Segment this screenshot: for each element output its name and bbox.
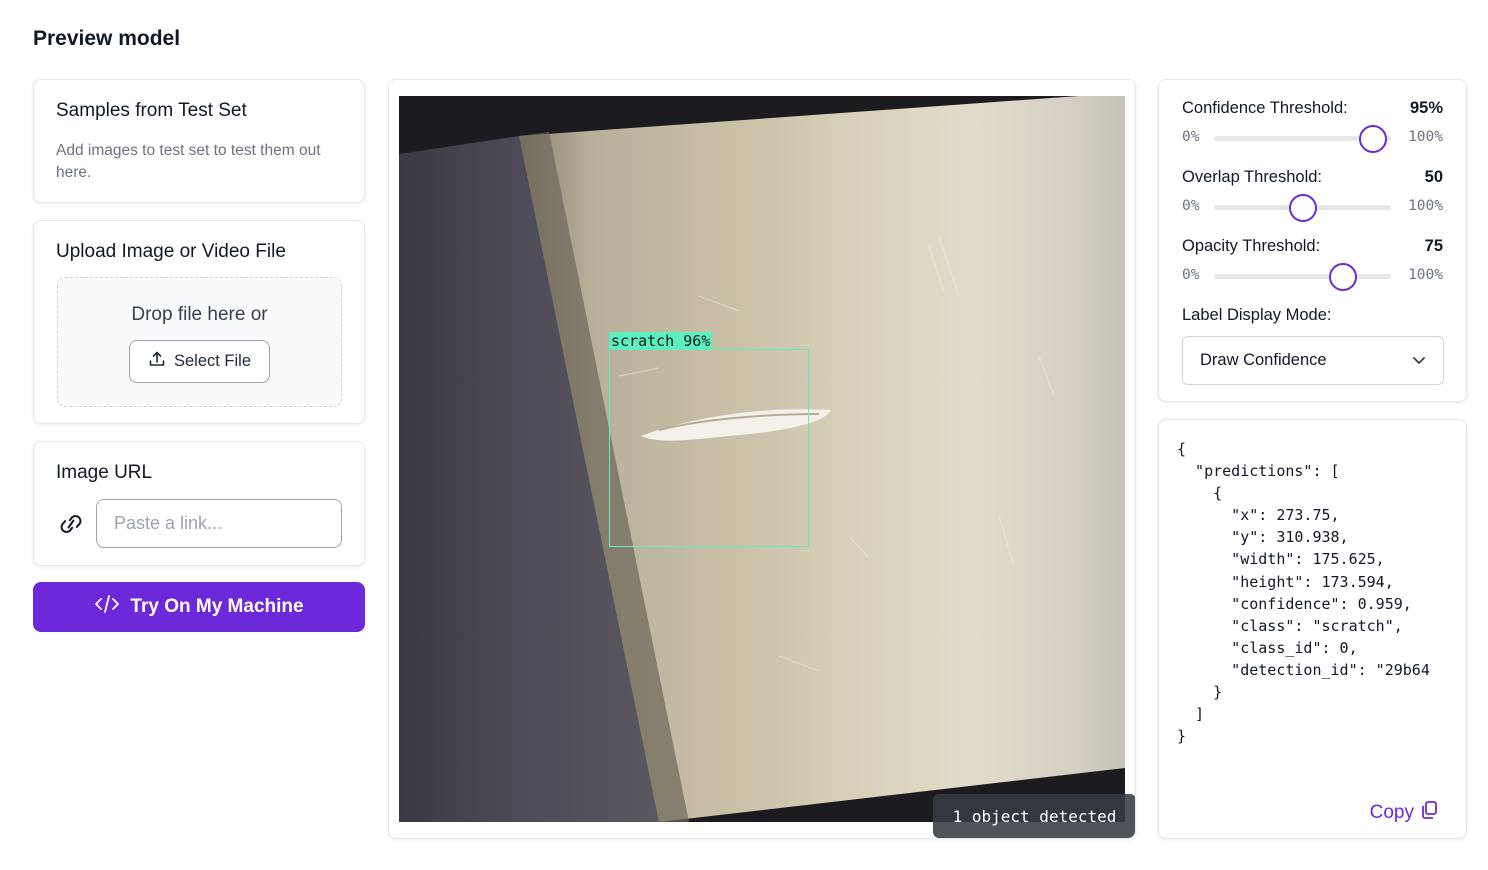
opacity-threshold-slider[interactable]: 0% 100% bbox=[1182, 263, 1443, 291]
detection-count-badge: 1 object detected bbox=[933, 794, 1135, 838]
copy-icon bbox=[1420, 800, 1438, 826]
detection-box bbox=[609, 349, 809, 547]
overlap-threshold: Overlap Threshold: 50 0% 100% bbox=[1182, 168, 1443, 222]
select-file-button[interactable]: Select File bbox=[129, 340, 270, 383]
image-url-input[interactable] bbox=[96, 499, 342, 548]
copy-button[interactable]: Copy bbox=[1370, 800, 1438, 826]
upload-card: Upload Image or Video File Drop file her… bbox=[33, 220, 365, 424]
json-output-card: { "predictions": [ { "x": 273.75, "y": 3… bbox=[1158, 419, 1467, 839]
overlap-threshold-label: Overlap Threshold: bbox=[1182, 168, 1323, 186]
copy-label: Copy bbox=[1369, 802, 1414, 823]
page-title: Preview model bbox=[33, 27, 181, 50]
slider-track[interactable] bbox=[1214, 125, 1391, 153]
drop-text: Drop file here or bbox=[131, 304, 268, 325]
image-url-title: Image URL bbox=[56, 462, 153, 483]
slider-max-label: 100% bbox=[1408, 267, 1443, 283]
label-display-mode-label: Label Display Mode: bbox=[1182, 306, 1332, 324]
slider-track[interactable] bbox=[1214, 263, 1391, 291]
confidence-threshold: Confidence Threshold: 95% 0% 100% bbox=[1182, 99, 1443, 153]
opacity-threshold-value: 75 bbox=[1424, 237, 1443, 255]
samples-title: Samples from Test Set bbox=[56, 100, 247, 121]
slider-max-label: 100% bbox=[1408, 198, 1443, 214]
file-dropzone[interactable]: Drop file here or Select File bbox=[57, 277, 342, 407]
samples-description: Add images to test set to test them out … bbox=[56, 142, 321, 181]
opacity-threshold-label: Opacity Threshold: bbox=[1182, 237, 1321, 255]
upload-icon bbox=[148, 350, 166, 373]
slider-min-label: 0% bbox=[1182, 198, 1200, 214]
slider-thumb[interactable] bbox=[1288, 194, 1317, 222]
prediction-viewer: scratch 96% 1 object detected bbox=[388, 79, 1136, 839]
label-display-mode-select[interactable]: Draw Confidence bbox=[1182, 336, 1444, 385]
select-file-label: Select File bbox=[173, 352, 252, 370]
code-icon bbox=[94, 594, 120, 620]
confidence-threshold-value: 95% bbox=[1409, 99, 1443, 117]
overlap-threshold-slider[interactable]: 0% 100% bbox=[1182, 194, 1443, 222]
json-output-text: { "predictions": [ { "x": 273.75, "y": 3… bbox=[1177, 440, 1430, 746]
link-icon bbox=[57, 512, 85, 536]
confidence-threshold-slider[interactable]: 0% 100% bbox=[1182, 125, 1443, 153]
preview-image: scratch 96% bbox=[399, 96, 1125, 822]
slider-thumb[interactable] bbox=[1329, 263, 1358, 291]
try-button-label: Try On My Machine bbox=[130, 596, 304, 617]
slider-thumb[interactable] bbox=[1359, 125, 1388, 153]
image-url-card: Image URL bbox=[33, 441, 365, 566]
slider-min-label: 0% bbox=[1182, 129, 1200, 145]
slider-max-label: 100% bbox=[1408, 129, 1443, 145]
try-on-my-machine-button[interactable]: Try On My Machine bbox=[33, 582, 365, 632]
samples-card: Samples from Test Set Add images to test… bbox=[33, 79, 365, 203]
opacity-threshold: Opacity Threshold: 75 0% 100% bbox=[1182, 237, 1443, 291]
chevron-down-icon bbox=[1412, 351, 1426, 370]
slider-min-label: 0% bbox=[1182, 267, 1200, 283]
upload-title: Upload Image or Video File bbox=[56, 241, 286, 262]
confidence-threshold-label: Confidence Threshold: bbox=[1182, 99, 1348, 117]
slider-track[interactable] bbox=[1214, 194, 1391, 222]
label-display-mode-value: Draw Confidence bbox=[1200, 351, 1327, 369]
detection-label: scratch 96% bbox=[609, 332, 713, 350]
overlap-threshold-value: 50 bbox=[1424, 168, 1443, 186]
settings-card: Confidence Threshold: 95% 0% 100% Overla… bbox=[1158, 79, 1467, 402]
